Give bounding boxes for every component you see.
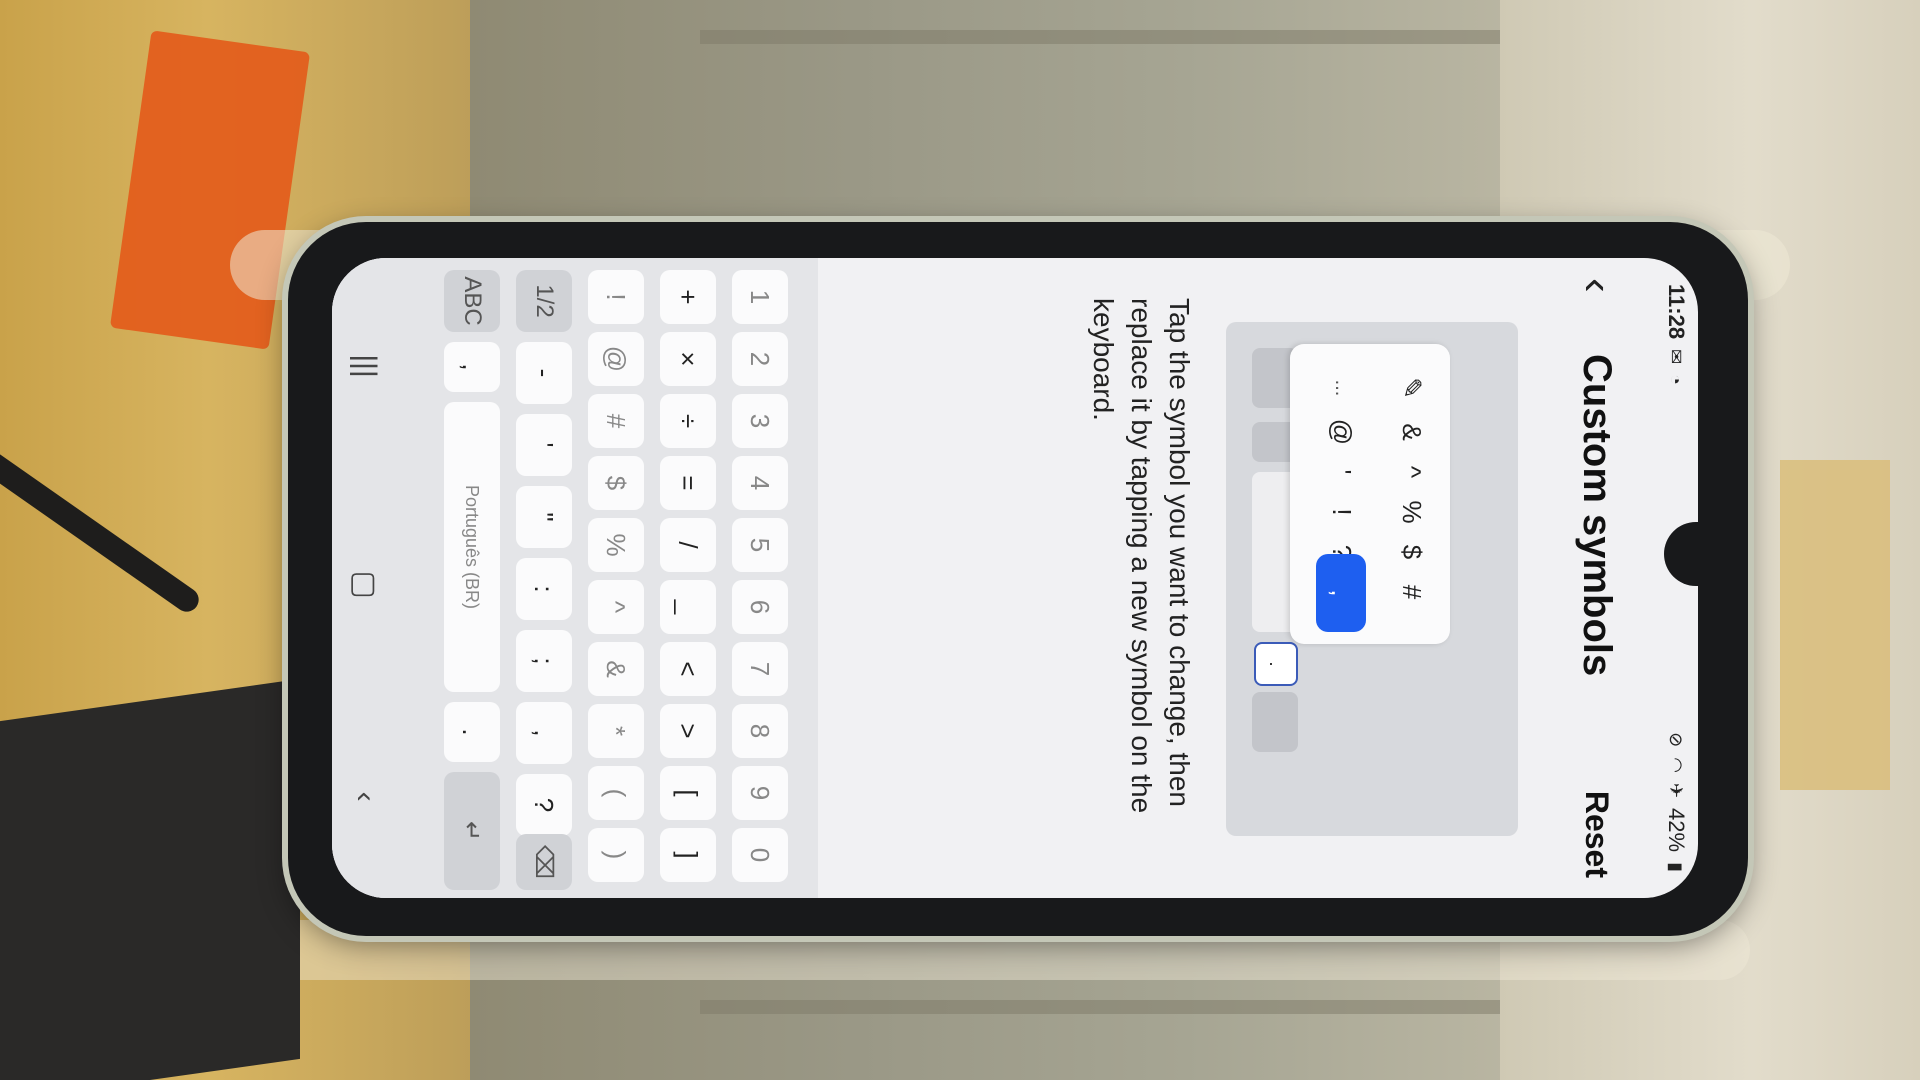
- symbol-popup: ✎ & ^ % $ # ... @ ' ! ? ,: [1290, 344, 1450, 644]
- sync-icon: ◔: [1666, 374, 1687, 386]
- number-key[interactable]: 3: [732, 394, 788, 448]
- symbol-key[interactable]: !: [588, 270, 644, 324]
- mute-icon: ⊘: [1666, 732, 1687, 748]
- background-shelf-line: [700, 30, 1520, 44]
- recent-apps-button[interactable]: |||: [348, 354, 382, 377]
- number-key[interactable]: 6: [732, 580, 788, 634]
- symbol-key[interactable]: [: [660, 766, 716, 820]
- symbol-key[interactable]: &: [588, 642, 644, 696]
- number-key[interactable]: 1: [732, 270, 788, 324]
- symbol-key[interactable]: ]: [660, 828, 716, 882]
- edit-icon[interactable]: ✎: [1388, 364, 1436, 412]
- number-key[interactable]: 0: [732, 828, 788, 882]
- camera-notch: [1664, 522, 1698, 586]
- symbol-key[interactable]: (: [588, 766, 644, 820]
- number-key[interactable]: 8: [732, 704, 788, 758]
- background-label: [1780, 460, 1890, 790]
- battery-percent: 42%: [1664, 808, 1689, 853]
- symbol-key[interactable]: %: [588, 518, 644, 572]
- phone-display: 11:28 ✉ ◔ ⊘ ◠ ✈ 42% ▮ ‹ Custom symbols R…: [332, 258, 1698, 898]
- number-key[interactable]: 4: [732, 456, 788, 510]
- popup-selected-symbol[interactable]: ,: [1316, 554, 1366, 632]
- number-key[interactable]: 9: [732, 766, 788, 820]
- page-title: Custom symbols: [1575, 354, 1620, 677]
- symbol-key[interactable]: /: [660, 518, 716, 572]
- backspace-key[interactable]: ⌫: [516, 834, 572, 890]
- period-key[interactable]: .: [444, 702, 500, 762]
- status-time: 11:28: [1664, 284, 1689, 340]
- symbol-key[interactable]: _: [660, 580, 716, 634]
- symbol-key[interactable]: @: [588, 332, 644, 386]
- status-bar: 11:28 ✉ ◔ ⊘ ◠ ✈ 42% ▮: [1654, 258, 1698, 898]
- reset-button[interactable]: Reset: [1579, 791, 1616, 878]
- enter-key[interactable]: ↵: [444, 772, 500, 890]
- background-shelf-line: [700, 1000, 1520, 1014]
- abc-key[interactable]: ABC: [444, 270, 500, 332]
- home-button[interactable]: ▢: [348, 571, 383, 599]
- symbol-key[interactable]: =: [660, 456, 716, 510]
- more-icon[interactable]: ...: [1318, 364, 1366, 412]
- punctuation-key[interactable]: :: [516, 558, 572, 620]
- symbol-key[interactable]: ): [588, 828, 644, 882]
- app-bar: ‹ Custom symbols Reset: [1552, 258, 1642, 898]
- punctuation-key[interactable]: ?: [516, 774, 572, 836]
- comma-key[interactable]: ,: [444, 342, 500, 392]
- airplane-icon: ✈: [1666, 782, 1687, 799]
- space-key[interactable]: Português (BR): [444, 402, 500, 692]
- punctuation-key[interactable]: ,: [516, 702, 572, 764]
- symbol-key[interactable]: ÷: [660, 394, 716, 448]
- number-key[interactable]: 5: [732, 518, 788, 572]
- preview-key[interactable]: [1252, 692, 1298, 752]
- wifi-icon: ◠: [1666, 757, 1687, 773]
- mail-icon: ✉: [1666, 349, 1687, 365]
- punctuation-key[interactable]: ": [516, 486, 572, 548]
- symbol-key[interactable]: ^: [588, 580, 644, 634]
- symbol-key[interactable]: #: [588, 394, 644, 448]
- background-box: [0, 678, 300, 1080]
- punctuation-key[interactable]: ;: [516, 630, 572, 692]
- symbol-key[interactable]: *: [588, 704, 644, 758]
- page-toggle-key[interactable]: 1/2: [516, 270, 572, 332]
- instruction-text: Tap the symbol you want to change, then …: [1088, 298, 1195, 814]
- preview-period-key[interactable]: .: [1254, 642, 1298, 686]
- punctuation-key[interactable]: ': [516, 414, 572, 476]
- back-button[interactable]: ‹: [1573, 278, 1622, 334]
- symbol-key[interactable]: +: [660, 270, 716, 324]
- popup-symbol[interactable]: #: [1388, 568, 1436, 616]
- symbol-key[interactable]: ×: [660, 332, 716, 386]
- settings-screen: 11:28 ✉ ◔ ⊘ ◠ ✈ 42% ▮ ‹ Custom symbols R…: [332, 258, 1698, 898]
- symbol-key[interactable]: $: [588, 456, 644, 510]
- punctuation-key[interactable]: -: [516, 342, 572, 404]
- symbol-keyboard: 1 2 3 4 5 6 7 8 9 0 + × ÷ = / _ < > [] ! @ # $% ^ & * () 1/2 - ' "…: [332, 258, 818, 898]
- battery-icon: ▮: [1666, 862, 1687, 872]
- number-key[interactable]: 2: [732, 332, 788, 386]
- number-key[interactable]: 7: [732, 642, 788, 696]
- symbol-key[interactable]: >: [660, 704, 716, 758]
- navigation-bar: ||| ▢ ‹: [332, 258, 398, 898]
- back-nav-button[interactable]: ‹: [348, 792, 382, 802]
- phone-device: 11:28 ✉ ◔ ⊘ ◠ ✈ 42% ▮ ‹ Custom symbols R…: [288, 222, 1748, 936]
- symbol-key[interactable]: <: [660, 642, 716, 696]
